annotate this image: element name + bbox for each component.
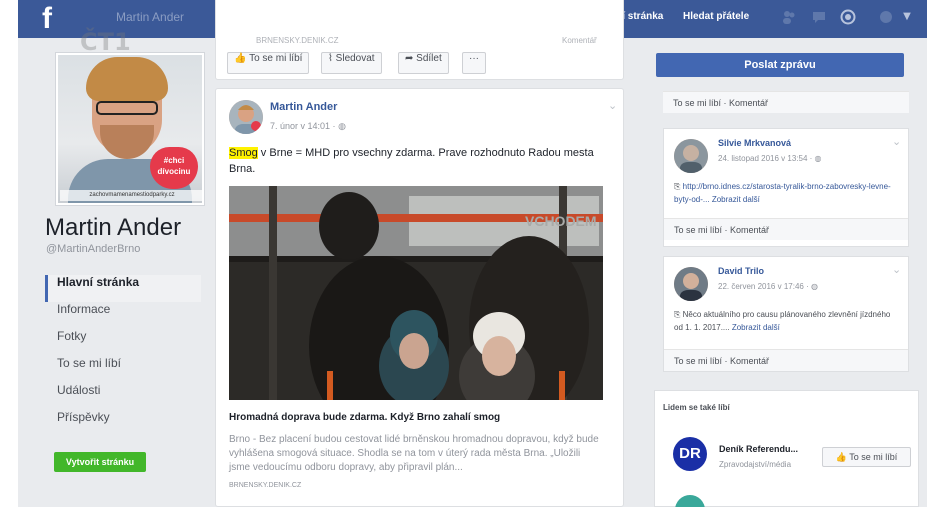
link-description[interactable]: Brno - Bez placení budou cestovat lidé b… <box>229 433 599 475</box>
visitor-name[interactable]: Silvie Mrkvanová <box>718 138 791 148</box>
like-button[interactable]: 👍 To se mi líbí <box>227 52 310 74</box>
post-author-name[interactable]: Martin Ander <box>270 101 337 113</box>
visitor-timestamp[interactable]: 24. listopad 2016 v 13:54 · ◍ <box>718 154 822 163</box>
visitor-post: David Trilo 22. červen 2016 v 17:46 · ◍ … <box>663 256 909 372</box>
chevron-down-icon[interactable]: ⌄ <box>608 99 617 112</box>
link-icon: ⎘ <box>674 182 681 191</box>
chevron-down-icon[interactable]: ⌄ <box>892 135 901 148</box>
follow-button[interactable]: ⌇ Sledovat <box>321 52 382 74</box>
nav-item-events[interactable]: Události <box>45 383 201 410</box>
photo-caption: zachovmamenamestiodparky.cz <box>60 190 202 201</box>
globe-icon[interactable] <box>840 9 856 25</box>
related-page-like-button[interactable]: 👍 To se mi líbí <box>822 447 911 467</box>
post-timestamp[interactable]: 7. únor v 14:01 · ◍ <box>270 121 346 132</box>
globe-icon: ◍ <box>810 282 818 291</box>
post: Martin Ander 7. únor v 14:01 · ◍ ⌄ Smog … <box>215 88 624 507</box>
send-message-button[interactable]: Poslat zprávu <box>656 53 904 77</box>
messages-icon[interactable] <box>811 9 827 25</box>
previous-post: BRNENSKY.DENIK.CZ Komentář 👍 To se mi lí… <box>215 0 624 80</box>
chevron-down-icon[interactable]: ▼ <box>899 9 915 25</box>
image-sign: VCHODEM <box>525 213 597 229</box>
visitor-post-text: ⎘ Něco aktuálního pro causu plánovaného … <box>674 310 891 332</box>
profile-shortcut[interactable]: Martin Ander <box>116 10 184 24</box>
tv-watermark: ČT1 <box>80 28 131 56</box>
visitor-post-text: ⎘ http://brno.idnes.cz/starosta-tyralik-… <box>674 182 891 204</box>
nav-item-posts[interactable]: Příspěvky <box>45 410 201 437</box>
related-pages-panel: Lidem se také líbí DR Deník Referendu...… <box>654 390 919 507</box>
post-author-avatar[interactable] <box>229 100 263 134</box>
previous-post-meta: Komentář <box>562 36 597 45</box>
facebook-logo[interactable]: f <box>42 2 66 36</box>
share-icon: ➦ <box>405 53 414 64</box>
comment-like-bar[interactable]: To se mi líbí · Komentář <box>663 91 909 113</box>
page-navigation: Hlavní stránka Informace Fotky To se mi … <box>45 275 201 437</box>
rss-icon: ⌇ <box>328 53 333 64</box>
previous-post-source: BRNENSKY.DENIK.CZ <box>256 36 339 45</box>
page-title: Martin Ander <box>45 214 182 241</box>
campaign-badge: #chci dívocinu <box>150 147 198 189</box>
nav-item-photos[interactable]: Fotky <box>45 329 201 356</box>
post-image[interactable]: VCHODEM <box>229 186 603 400</box>
find-friends-link[interactable]: Hledat přátele <box>683 11 749 22</box>
related-page-name[interactable]: Deník Referendu... <box>719 444 798 454</box>
post-text: Smog v Brne = MHD pro vsechny zdarma. Pr… <box>229 147 594 175</box>
thumbs-up-icon: 👍 <box>234 53 247 64</box>
related-page-avatar[interactable] <box>675 495 705 507</box>
more-button[interactable]: ··· <box>462 52 486 74</box>
related-pages-title: Lidem se také líbí <box>663 403 730 412</box>
globe-icon: ◍ <box>814 154 822 163</box>
page-handle[interactable]: @MartinAnderBrno <box>46 243 140 255</box>
help-icon[interactable] <box>878 9 894 25</box>
nav-item-about[interactable]: Informace <box>45 302 201 329</box>
create-page-button[interactable]: Vytvořit stránku <box>54 452 146 472</box>
see-more-link[interactable]: Zobrazit další <box>732 323 780 332</box>
highlighted-word[interactable]: Smog <box>229 147 258 159</box>
nav-item-likes[interactable]: To se mi líbí <box>45 356 201 383</box>
profile-picture[interactable]: #chci dívocinu zachovmamenamestiodparky.… <box>55 52 205 206</box>
comment-like-bar[interactable]: To se mi líbí · Komentář <box>664 218 908 240</box>
see-more-link[interactable]: Zobrazit další <box>712 195 760 204</box>
link-icon: ⎘ <box>674 310 681 319</box>
chevron-down-icon[interactable]: ⌄ <box>892 263 901 276</box>
visitor-name[interactable]: David Trilo <box>718 266 764 276</box>
related-page-avatar[interactable]: DR <box>673 437 707 471</box>
visitor-timestamp[interactable]: 22. červen 2016 v 17:46 · ◍ <box>718 282 818 291</box>
visitor-avatar[interactable] <box>674 267 708 301</box>
globe-icon: ◍ <box>338 121 346 131</box>
thumbs-up-icon: 👍 <box>835 452 847 462</box>
visitor-avatar[interactable] <box>674 139 708 173</box>
link-title[interactable]: Hromadná doprava bude zdarma. Když Brno … <box>229 412 609 423</box>
share-button[interactable]: ➦ Sdílet <box>398 52 449 74</box>
comment-like-bar[interactable]: To se mi líbí · Komentář <box>664 349 908 371</box>
visitor-post: Silvie Mrkvanová 24. listopad 2016 v 13:… <box>663 128 909 247</box>
link-source: BRNENSKY.DENIK.CZ <box>229 482 302 489</box>
nav-item-home[interactable]: Hlavní stránka <box>45 275 201 302</box>
facebook-window: f Martin Ander Hlavní stránka Hledat přá… <box>18 0 927 507</box>
related-page-category: Zpravodajství/média <box>719 460 792 469</box>
friends-icon[interactable] <box>781 9 797 25</box>
